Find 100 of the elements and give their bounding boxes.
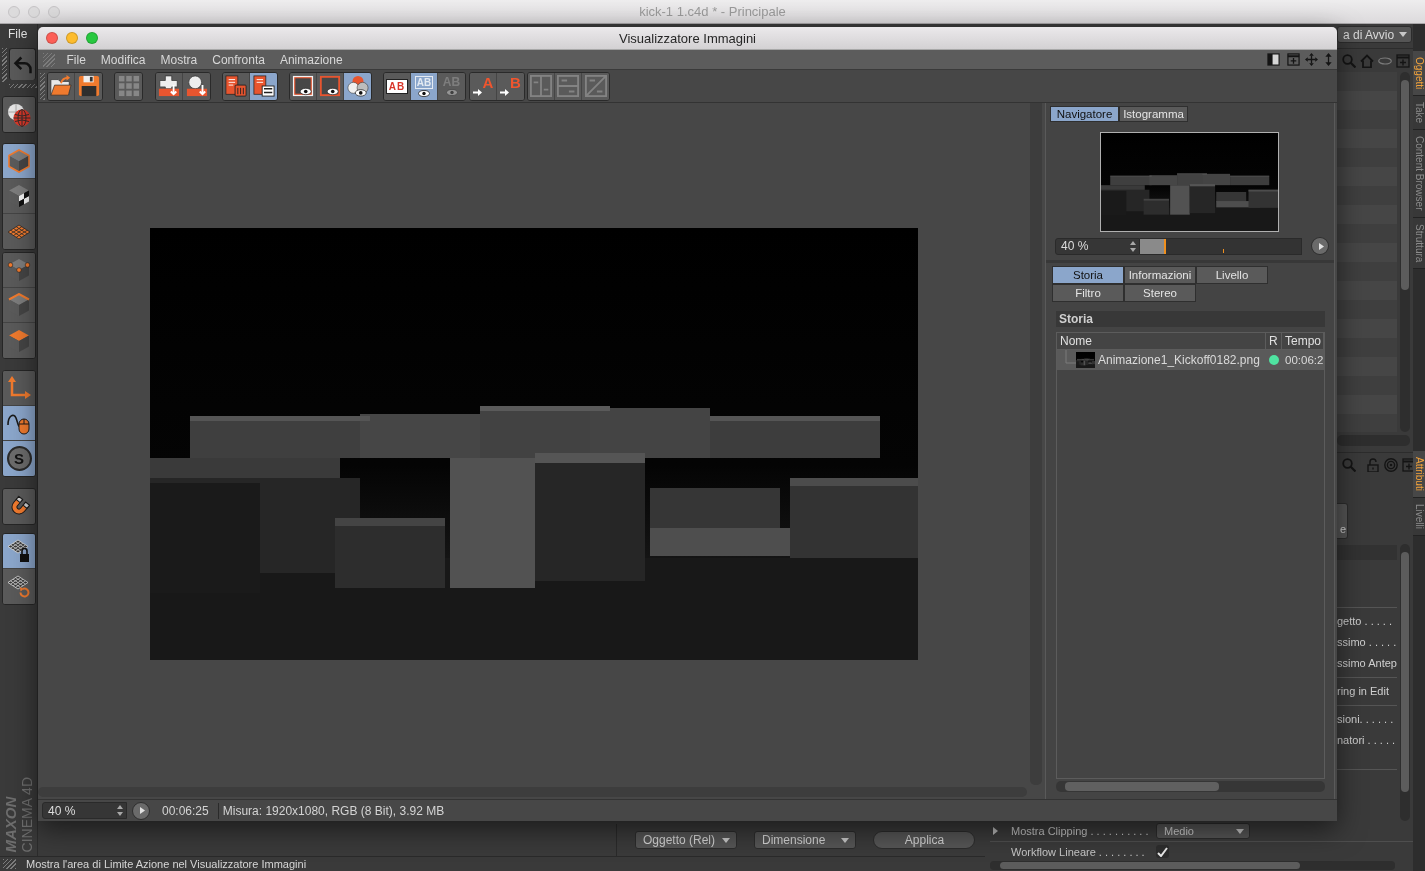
plus-arrow-icon: [158, 75, 180, 97]
split-frame-icon: [584, 75, 607, 97]
spinner-arrows-icon[interactable]: [1129, 240, 1136, 252]
channels-button[interactable]: [344, 72, 371, 100]
axis-button[interactable]: [3, 371, 35, 406]
tick-mark-icon: [1222, 248, 1224, 253]
caret-down-icon: [1236, 828, 1244, 834]
grip-icon[interactable]: [9, 84, 37, 88]
history-row[interactable]: Animazione1_Kickoff0182.png 00:06:2: [1057, 350, 1324, 370]
horizontal-scrollbar[interactable]: [1337, 435, 1410, 446]
snap-button[interactable]: S: [3, 441, 35, 476]
panel-tab[interactable]: Filtro: [1052, 284, 1124, 302]
vertical-scrollbar[interactable]: [1400, 72, 1410, 432]
compare-button[interactable]: AB: [384, 72, 411, 100]
spinner-arrows-icon[interactable]: [117, 805, 123, 816]
frame-button[interactable]: [290, 72, 317, 100]
play-button[interactable]: [1311, 237, 1329, 255]
menu-item[interactable]: Animazione: [272, 52, 351, 67]
scrollbar-thumb[interactable]: [1401, 552, 1409, 792]
horizontal-scrollbar[interactable]: [1056, 781, 1325, 792]
dropdown[interactable]: Oggetto (Rel): [635, 831, 737, 849]
menu-item[interactable]: Confronta: [204, 52, 273, 67]
scrollbar-thumb[interactable]: [1401, 80, 1409, 290]
grip-icon[interactable]: [43, 52, 55, 67]
menu-item[interactable]: File: [59, 52, 94, 67]
undo-icon: [12, 54, 33, 75]
grip-icon[interactable]: [3, 859, 16, 869]
save-button[interactable]: [75, 72, 102, 100]
zoom-field[interactable]: 40 %: [42, 802, 127, 819]
manager-tab[interactable]: Attributi: [1413, 451, 1425, 498]
column-header[interactable]: Nome: [1057, 333, 1266, 349]
manager-tab[interactable]: Struttura: [1413, 217, 1425, 270]
trash-icon: [225, 75, 247, 97]
up-down-arrows-icon[interactable]: [1323, 53, 1334, 66]
panel-tab[interactable]: Istogramma: [1119, 106, 1188, 122]
figure-button[interactable]: [183, 72, 210, 100]
setting-label: Workflow Lineare . . . . . . . .: [1011, 845, 1146, 858]
column-header[interactable]: R: [1266, 333, 1282, 349]
image-info-text: Misura: 1920x1080, RGB (8 Bit), 3.92 MB: [222, 803, 445, 818]
panel-tab[interactable]: Informazioni: [1124, 266, 1196, 284]
slider-fill[interactable]: [1139, 238, 1166, 254]
move-icon[interactable]: [1305, 53, 1318, 66]
column-header[interactable]: Tempo: [1282, 333, 1324, 349]
figure-arrow-icon: [185, 75, 208, 97]
panel-tab[interactable]: Livello: [1196, 266, 1268, 284]
partial-button[interactable]: e: [1337, 503, 1348, 539]
checkbox[interactable]: [1156, 845, 1169, 858]
apply-button[interactable]: Applica: [873, 831, 975, 849]
menu-item[interactable]: Mostra: [153, 52, 205, 67]
zoom-slider[interactable]: [1139, 237, 1303, 255]
checker-cube-icon: [7, 184, 31, 208]
horizontal-scrollbar[interactable]: [38, 787, 1027, 797]
locked-grid-button[interactable]: [3, 534, 35, 569]
layout-dropdown[interactable]: a di Avvio: [1337, 26, 1412, 43]
panel-tab[interactable]: Stereo: [1124, 284, 1196, 302]
manager-tab[interactable]: Take: [1413, 96, 1425, 131]
section-header-bar: [1337, 545, 1397, 560]
frame-eye-icon: [292, 75, 314, 97]
attribute-label: ssimo Antep: [1337, 656, 1397, 671]
setting-label: Mostra Clipping . . . . . . . . . .: [1011, 825, 1150, 837]
points-button[interactable]: [3, 253, 35, 288]
grid-lock-icon: [7, 539, 31, 563]
manager-tab[interactable]: Content Browser: [1413, 130, 1425, 218]
model-button[interactable]: [3, 144, 35, 179]
panel-tab[interactable]: Navigatore: [1050, 106, 1119, 122]
dropdown[interactable]: Medio: [1156, 823, 1250, 839]
scrollbar-thumb[interactable]: [1065, 782, 1219, 791]
undo-button[interactable]: [9, 48, 36, 80]
arrow-icon: [472, 88, 482, 96]
render-button[interactable]: [3, 97, 35, 132]
time-text: 00:06:2: [1284, 354, 1324, 366]
checkmark-icon: [1157, 846, 1168, 857]
grip-icon[interactable]: [2, 48, 7, 82]
plus-box-icon[interactable]: [1287, 53, 1300, 66]
split-frame-icon: [557, 75, 579, 97]
dropdown[interactable]: Dimensione: [754, 831, 856, 849]
grip-icon[interactable]: [40, 72, 45, 100]
magnet-button[interactable]: [3, 489, 35, 524]
panel-icon[interactable]: [1267, 53, 1280, 66]
play-button[interactable]: [132, 801, 150, 820]
expand-arrow-icon[interactable]: [993, 827, 998, 835]
add-button[interactable]: [156, 72, 183, 100]
menu-item[interactable]: File: [6, 26, 30, 43]
zoom-field[interactable]: 40 %: [1055, 237, 1140, 255]
frame-button[interactable]: [317, 72, 344, 100]
manager-tab[interactable]: Oggetti: [1413, 51, 1425, 97]
vertical-scrollbar[interactable]: [1400, 544, 1410, 821]
panel-tab[interactable]: Storia: [1052, 266, 1124, 284]
delete-button[interactable]: [223, 72, 250, 100]
manager-tab[interactable]: Livelli: [1413, 497, 1425, 536]
play-icon: [139, 807, 145, 814]
tweak-button[interactable]: [3, 406, 35, 441]
horizontal-scrollbar[interactable]: [990, 861, 1395, 870]
eye-icon: [418, 89, 430, 97]
split-frame-icon: [530, 75, 552, 97]
scrollbar-thumb[interactable]: [1000, 862, 1300, 869]
open-button[interactable]: [48, 72, 75, 100]
list-button[interactable]: [250, 72, 277, 100]
cube-edges-icon: [7, 293, 31, 317]
menu-item[interactable]: Modifica: [93, 52, 154, 67]
